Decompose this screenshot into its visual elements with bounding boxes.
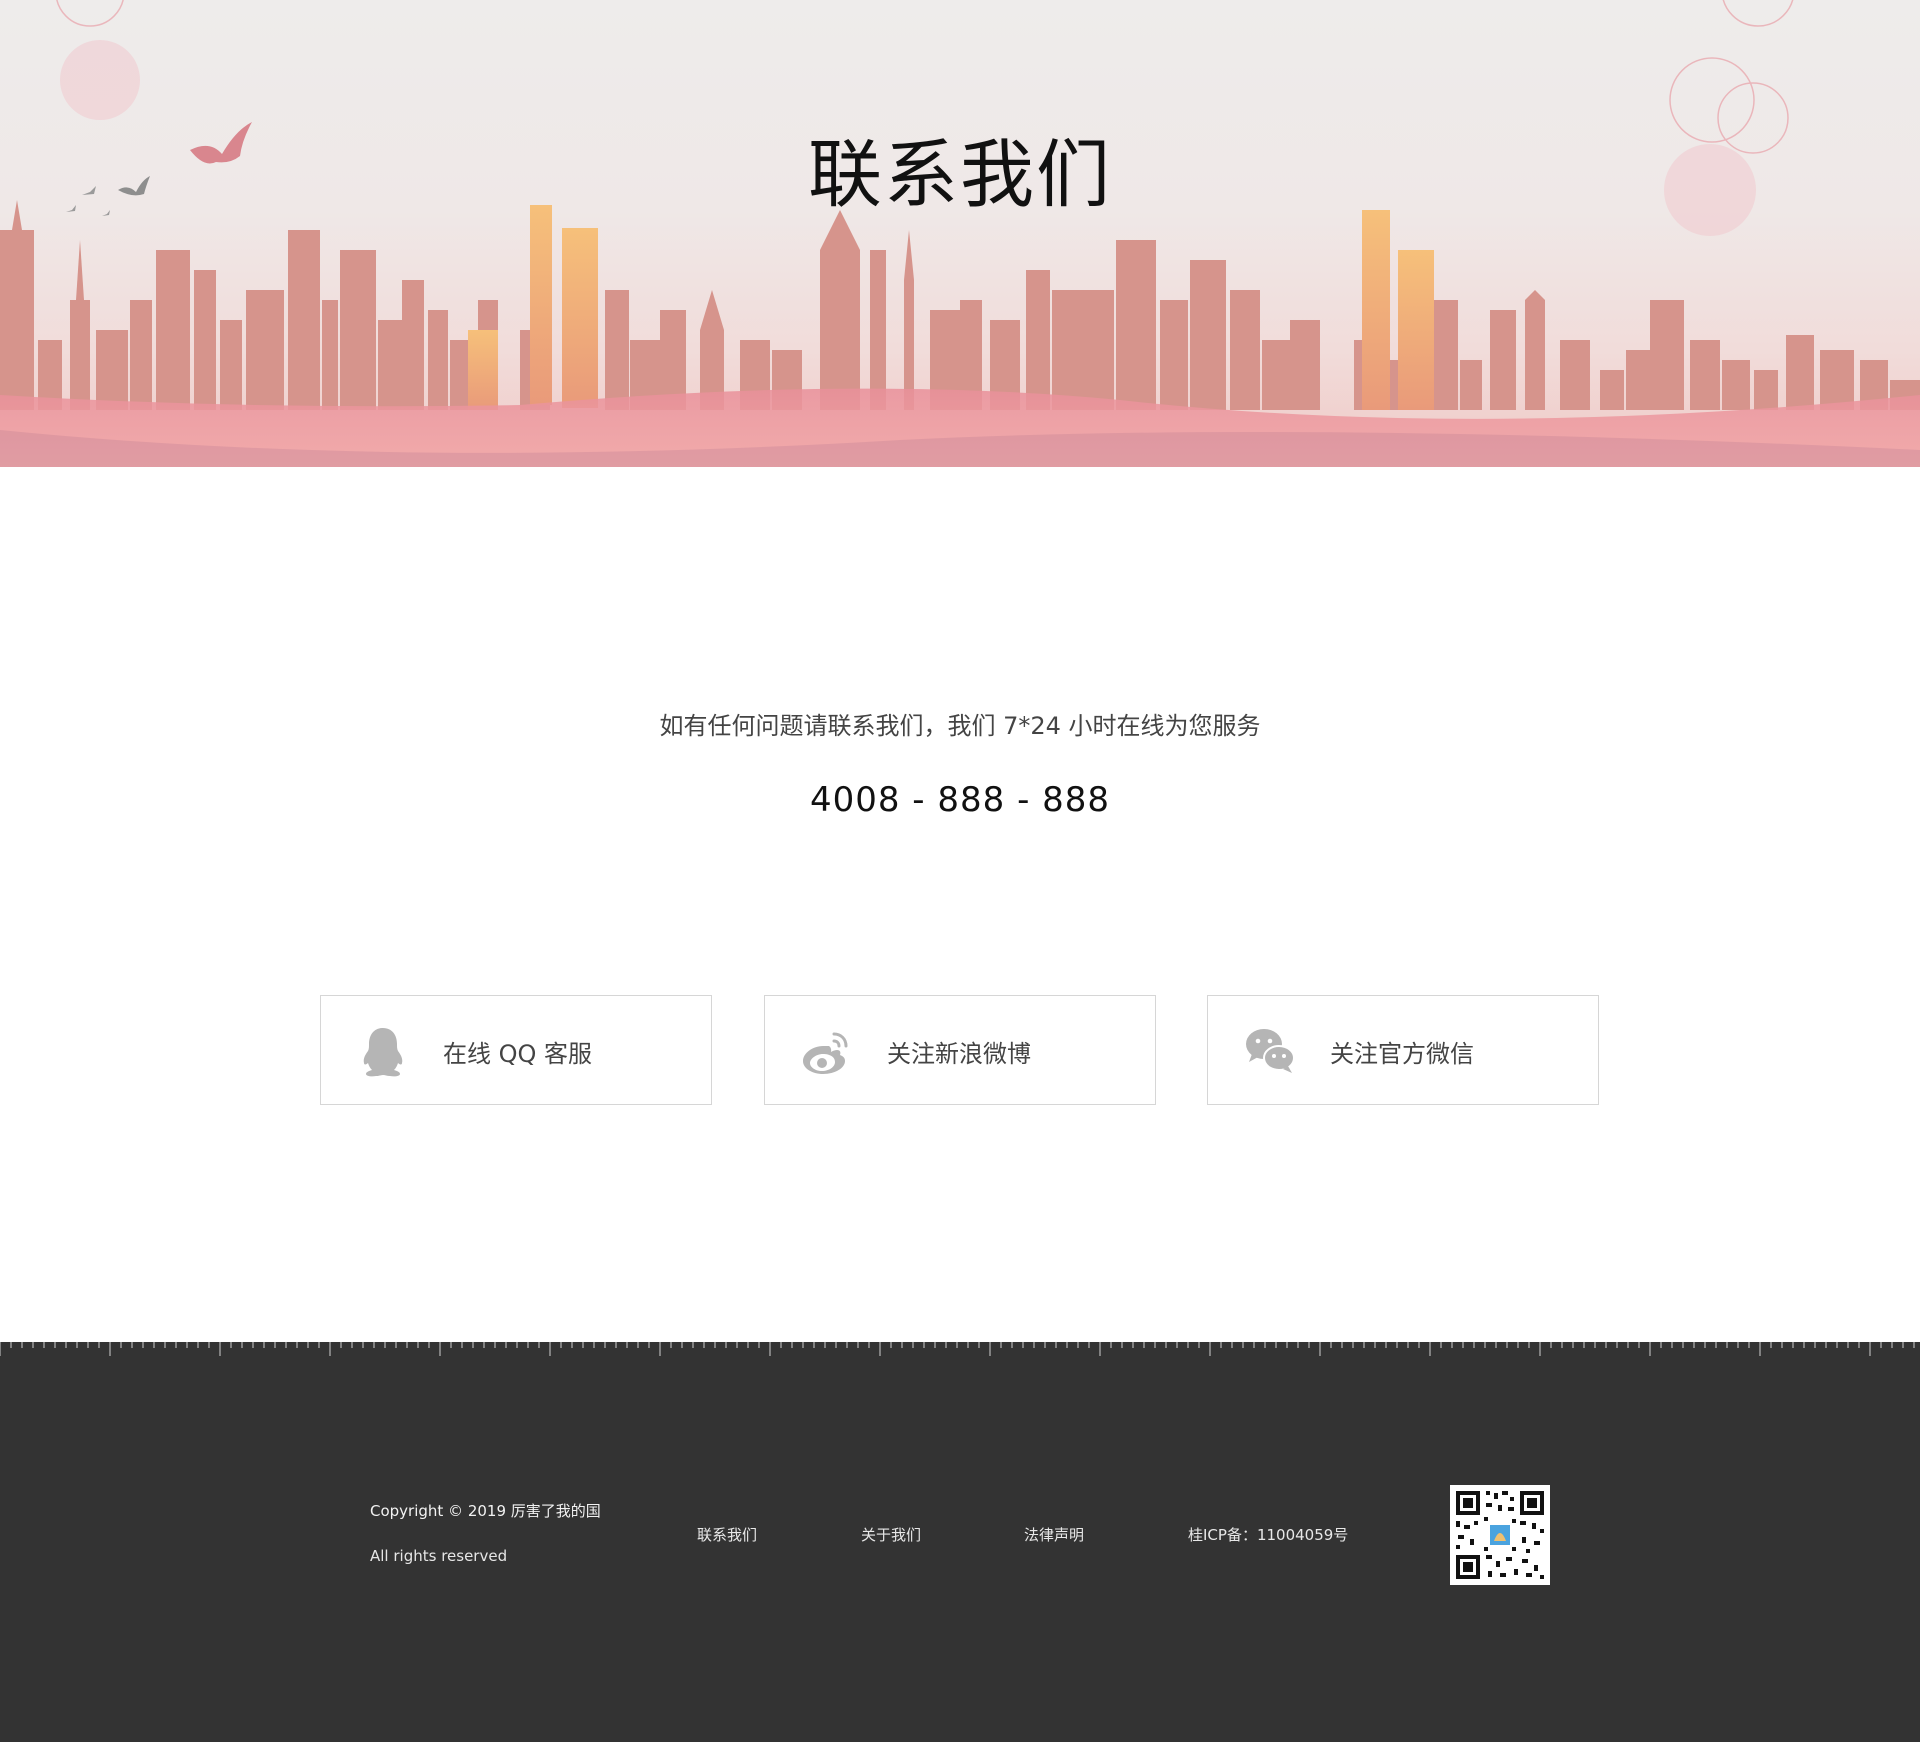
hotline-number: 4008 - 888 - 888 (809, 780, 1111, 820)
weibo-icon (801, 1026, 853, 1078)
wechat-card[interactable]: 关注官方微信 (1207, 995, 1599, 1105)
footer: Copyright © 2019 厉害了我的国 All rights reser… (0, 1340, 1920, 1742)
footer-link-contact[interactable]: 联系我们 (697, 1524, 757, 1545)
footer-link-about[interactable]: 关于我们 (861, 1524, 921, 1545)
wechat-label: 关注官方微信 (1330, 1040, 1474, 1068)
icp-license: 桂ICP备：11004059号 (1188, 1526, 1349, 1544)
hero-banner: 联系我们 (0, 0, 1920, 467)
footer-ruler-decoration (0, 1340, 1920, 1356)
copyright-text: Copyright © 2019 厉害了我的国 (370, 1502, 601, 1520)
qq-service-card[interactable]: 在线 QQ 客服 (320, 995, 712, 1105)
qr-code-icon (1450, 1485, 1550, 1585)
wechat-icon (1244, 1026, 1296, 1078)
rights-text: All rights reserved (370, 1547, 508, 1565)
page-title: 联系我们 (808, 132, 1112, 218)
contact-lead-text: 如有任何问题请联系我们，我们 7*24 小时在线为您服务 (659, 712, 1261, 740)
weibo-label: 关注新浪微博 (887, 1040, 1031, 1068)
footer-link-legal[interactable]: 法律声明 (1024, 1524, 1084, 1545)
qq-penguin-icon (357, 1026, 409, 1078)
city-skyline-illustration (0, 0, 1920, 467)
qq-service-label: 在线 QQ 客服 (443, 1040, 593, 1068)
weibo-card[interactable]: 关注新浪微博 (764, 995, 1156, 1105)
